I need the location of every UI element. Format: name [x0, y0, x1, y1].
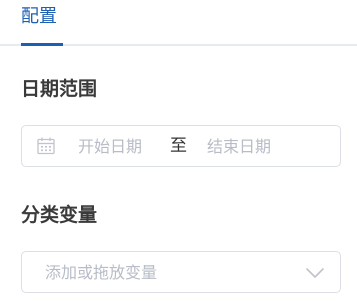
date-range-title: 日期范围 — [21, 78, 98, 100]
date-range-picker[interactable]: 开始日期 至 结束日期 — [21, 125, 341, 167]
calendar-icon — [37, 137, 55, 155]
tab-active-indicator — [21, 43, 63, 46]
category-variable-select[interactable]: 添加或拖放变量 — [21, 251, 341, 293]
tab-config[interactable]: 配置 — [21, 4, 57, 30]
tab-bar: 配置 — [0, 0, 357, 47]
category-variable-placeholder: 添加或拖放变量 — [45, 263, 158, 282]
chevron-down-icon[interactable] — [305, 265, 325, 279]
date-range-separator: 至 — [170, 136, 187, 156]
start-date-input[interactable]: 开始日期 — [78, 136, 142, 158]
config-panel: 配置 日期范围 开始日期 至 结束日期 分类变量 添加或拖放变量 — [0, 0, 357, 307]
category-variable-title: 分类变量 — [21, 204, 98, 226]
end-date-input[interactable]: 结束日期 — [207, 136, 271, 158]
